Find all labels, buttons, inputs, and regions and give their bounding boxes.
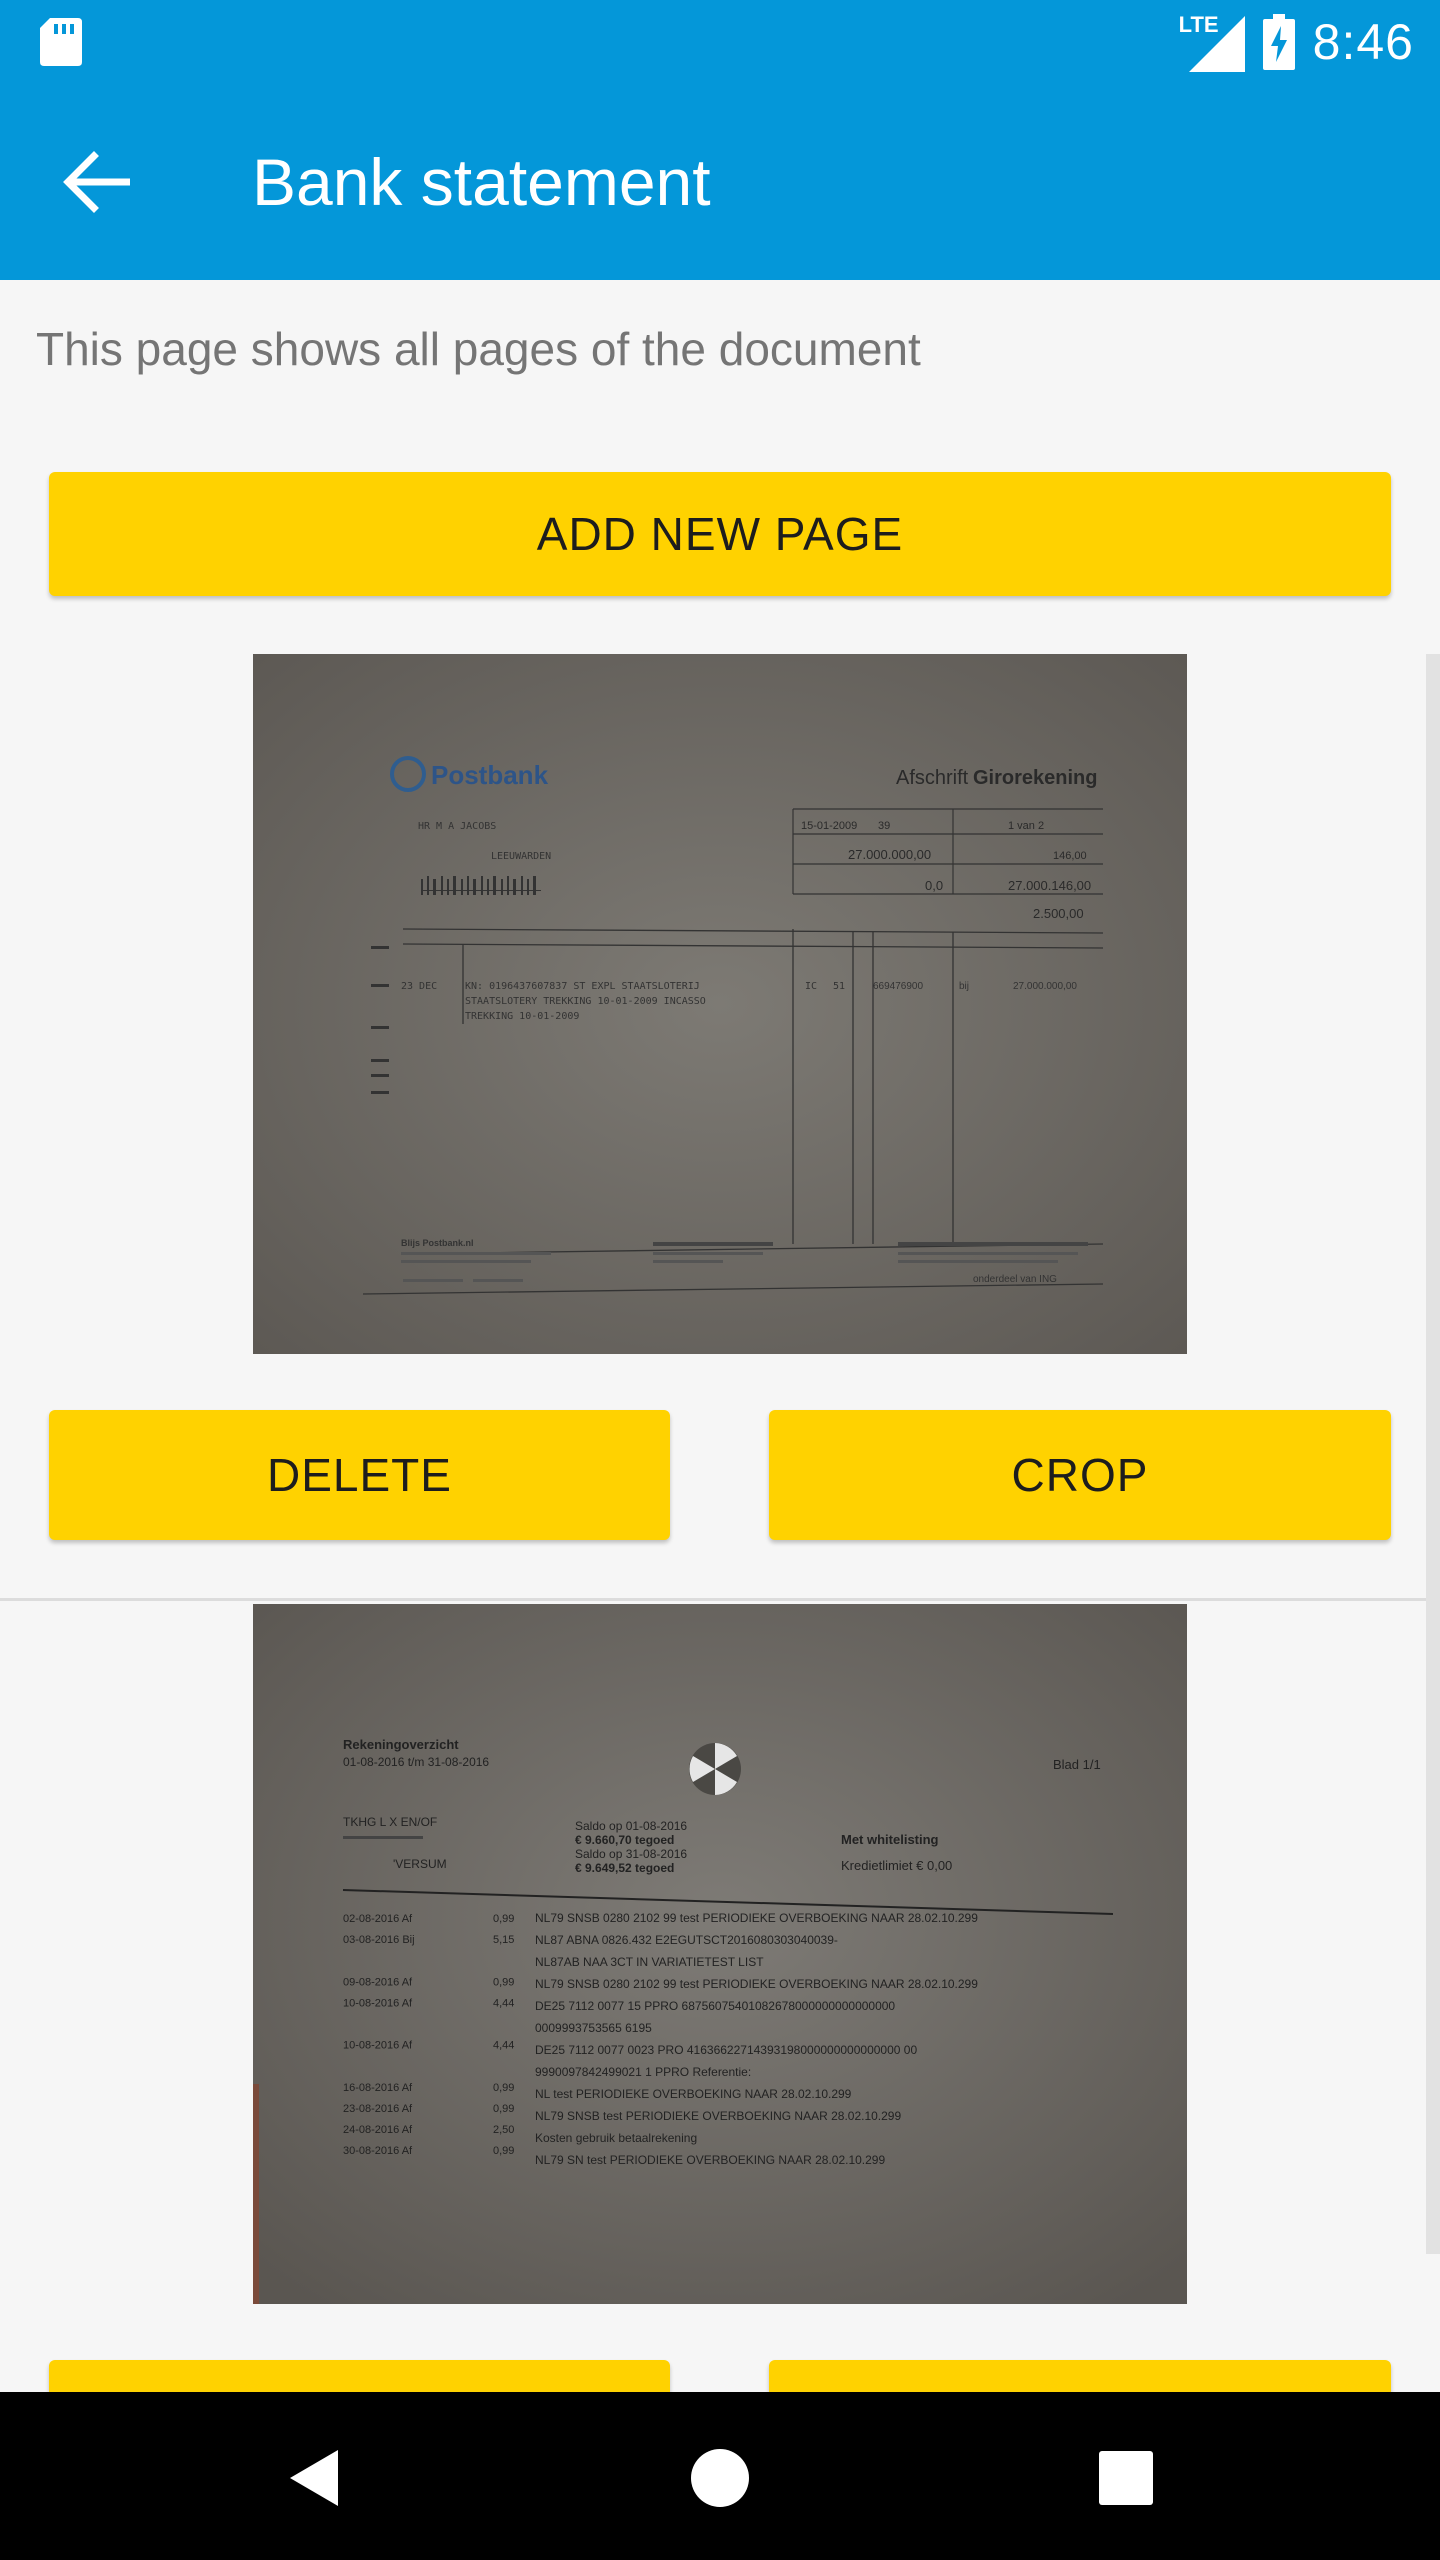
document-page-image-1[interactable]: Postbank Afschrift Girorekening HR M A J… — [253, 654, 1187, 1354]
svg-text:IC: IC — [805, 981, 817, 992]
statement-row-amount: 0,99 — [493, 2103, 514, 2115]
svg-text:€ 9.660,70 tegoed: € 9.660,70 tegoed — [575, 1833, 674, 1847]
statement-row-text: DE25 7112 0077 15 PPRO 68756075401082678… — [535, 1999, 895, 2013]
navigation-bar — [0, 2392, 1440, 2560]
statement-row-amount: 0,99 — [493, 2145, 514, 2157]
statement-heading: Afschrift — [896, 767, 969, 789]
svg-text:15-01-2009: 15-01-2009 — [801, 820, 857, 832]
clock: 8:46 — [1312, 14, 1414, 70]
statement-row-text: NL87 ABNA 0826.432 E2EGUTSCT201608030304… — [535, 1933, 838, 1947]
statement-row-text: NL79 SNSB 0280 2102 99 test PERIODIEKE O… — [535, 1911, 978, 1925]
svg-text:146,00: 146,00 — [1053, 850, 1087, 862]
statement-row-amount: 2,50 — [493, 2124, 514, 2136]
svg-text:Blijs Postbank.nl: Blijs Postbank.nl — [401, 1238, 474, 1248]
statement-row-date: 23-08-2016 Af — [343, 2103, 413, 2115]
svg-text:KN: 0196437607837 ST EXPL STAA: KN: 0196437607837 ST EXPL STAATSLOTERIJ — [465, 981, 700, 992]
svg-text:'VERSUM: 'VERSUM — [393, 1857, 447, 1871]
svg-text:TKHG L X EN/OF: TKHG L X EN/OF — [343, 1815, 437, 1829]
page-title: Bank statement — [252, 145, 711, 219]
statement-row-amount: 4,44 — [493, 2040, 514, 2052]
statement-row-text: DE25 7112 0077 0023 PRO 4163662271439319… — [535, 2043, 917, 2057]
svg-text:Kredietlimiet € 0,00: Kredietlimiet € 0,00 — [841, 1858, 952, 1873]
statement-row-text: NL79 SN test PERIODIEKE OVERBOEKING NAAR… — [535, 2153, 885, 2167]
svg-text:669476900: 669476900 — [873, 981, 923, 992]
svg-text:Met whitelisting: Met whitelisting — [841, 1832, 939, 1847]
statement-row-date: 09-08-2016 Af — [343, 1976, 413, 1988]
statement-row-amount: 0,99 — [493, 1976, 514, 1988]
svg-text:TREKKING 10-01-2009: TREKKING 10-01-2009 — [465, 1011, 579, 1022]
svg-text:Rekeningoverzicht: Rekeningoverzicht — [343, 1737, 459, 1752]
signal-icon — [1188, 16, 1245, 72]
scrollbar[interactable] — [1426, 654, 1440, 2254]
bank-logo-icon — [689, 1743, 741, 1795]
status-bar: LTE 8:46 — [0, 0, 1440, 84]
svg-text:27.000.000,00: 27.000.000,00 — [848, 847, 931, 862]
bank-brand: Postbank — [431, 760, 549, 790]
nav-home-icon[interactable] — [678, 2436, 762, 2520]
statement-row-date: 02-08-2016 Af — [343, 1913, 413, 1925]
statement-row-date: 16-08-2016 Af — [343, 2082, 413, 2094]
svg-text:STAATSLOTERY TREKKING 10-01-20: STAATSLOTERY TREKKING 10-01-2009 INCASSO — [465, 996, 706, 1007]
page-divider — [0, 1598, 1440, 1601]
statement-row-amount: 4,44 — [493, 1997, 514, 2009]
statement-row-amount: 5,15 — [493, 1934, 514, 1946]
arrow-back-icon[interactable] — [62, 150, 130, 214]
svg-text:Blad 1/1: Blad 1/1 — [1053, 1757, 1101, 1772]
statement-row-date: 10-08-2016 Af — [343, 2040, 413, 2052]
svg-text:Saldo op 01-08-2016: Saldo op 01-08-2016 — [575, 1819, 687, 1833]
nav-back-icon[interactable] — [274, 2436, 358, 2520]
statement-row-text: NL87AB NAA 3CT IN VARIATIETEST LIST — [535, 1955, 764, 1969]
sd-card-icon — [40, 18, 82, 66]
svg-text:2.500,00: 2.500,00 — [1033, 906, 1084, 921]
statement-row-text: Kosten gebruik betaalrekening — [535, 2131, 697, 2145]
statement-row-text: NL79 SNSB test PERIODIEKE OVERBOEKING NA… — [535, 2109, 901, 2123]
statement-heading-bold: Girorekening — [973, 767, 1097, 789]
statement-row-date: 30-08-2016 Af — [343, 2145, 413, 2157]
svg-text:39: 39 — [878, 820, 890, 832]
document-page-image-2[interactable]: Rekeningoverzicht 01-08-2016 t/m 31-08-2… — [253, 1604, 1187, 2304]
statement-row-date: 03-08-2016 Bij — [343, 1934, 415, 1946]
svg-text:€ 9.649,52 tegoed: € 9.649,52 tegoed — [575, 1861, 674, 1875]
svg-text:onderdeel van ING: onderdeel van ING — [973, 1274, 1057, 1285]
svg-text:HR M A JACOBS: HR M A JACOBS — [418, 821, 496, 832]
svg-text:23 DEC: 23 DEC — [401, 981, 437, 992]
add-new-page-button[interactable]: ADD NEW PAGE — [49, 472, 1391, 596]
svg-text:27.000.146,00: 27.000.146,00 — [1008, 878, 1091, 893]
statement-row-amount: 0,99 — [493, 2082, 514, 2094]
statement-row-date: 10-08-2016 Af — [343, 1997, 413, 2009]
svg-text:Saldo op 31-08-2016: Saldo op 31-08-2016 — [575, 1847, 687, 1861]
page-description: This page shows all pages of the documen… — [36, 323, 921, 375]
statement-row-text: 9990097842499021 1 PPRO Referentie: — [535, 2065, 751, 2079]
statement-row-text: NL test PERIODIEKE OVERBOEKING NAAR 28.0… — [535, 2087, 852, 2101]
crop-page-button[interactable]: CROP — [769, 1410, 1391, 1540]
svg-text:1 van 2: 1 van 2 — [1008, 820, 1044, 832]
svg-text:51: 51 — [833, 981, 845, 992]
statement-row-text: 0009993753565 6195 — [535, 2021, 652, 2035]
svg-text:LEEUWARDEN: LEEUWARDEN — [491, 851, 551, 862]
delete-page-button[interactable]: DELETE — [49, 1410, 670, 1540]
statement-row-amount: 0,99 — [493, 1913, 514, 1925]
app-bar: Bank statement — [0, 84, 1440, 280]
svg-text:01-08-2016 t/m 31-08-2016: 01-08-2016 t/m 31-08-2016 — [343, 1755, 489, 1769]
battery-charging-icon — [1262, 14, 1295, 70]
svg-text:0,0: 0,0 — [925, 878, 943, 893]
svg-text:bij: bij — [959, 981, 969, 992]
statement-row-text: NL79 SNSB 0280 2102 99 test PERIODIEKE O… — [535, 1977, 978, 1991]
nav-recents-icon[interactable] — [1084, 2436, 1168, 2520]
svg-text:27.000.000,00: 27.000.000,00 — [1013, 981, 1077, 992]
statement-row-date: 24-08-2016 Af — [343, 2124, 413, 2136]
